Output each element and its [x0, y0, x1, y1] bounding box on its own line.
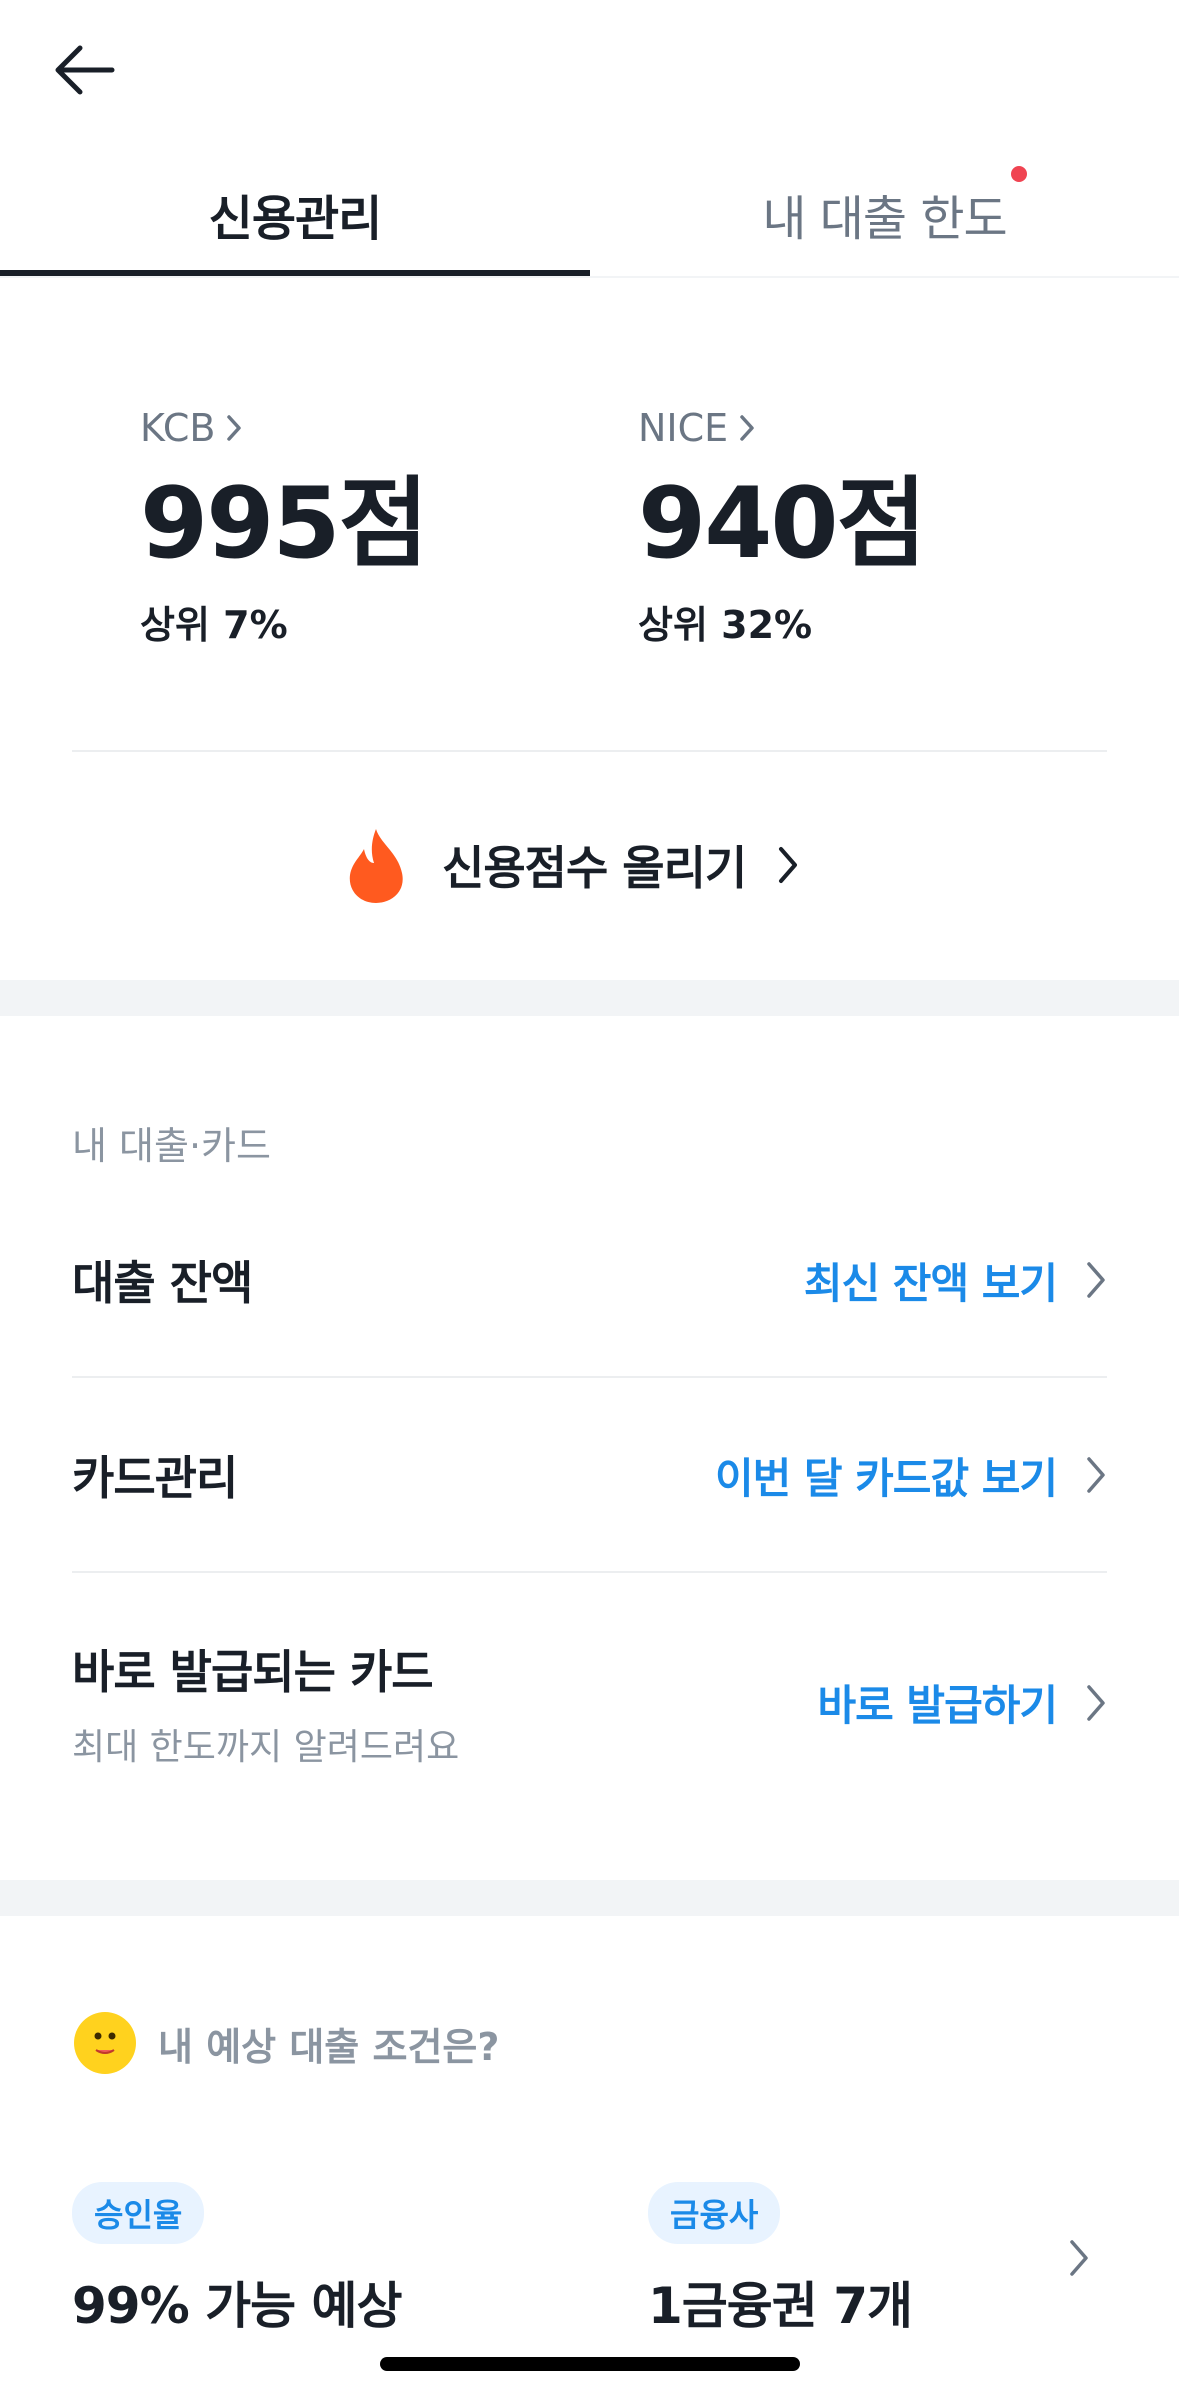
nice-link[interactable]: NICE [638, 400, 925, 456]
row-subtitle: 최대 한도까지 알려드려요 [72, 1726, 460, 1768]
expected-loan-header: 내 예상 대출 조건은? [72, 2010, 499, 2076]
approval-rate-condition: 승인율 99% 가능 예상 [72, 2182, 402, 2338]
kcb-rank: 상위 7% [140, 603, 288, 647]
chevron-right-icon [1087, 1457, 1105, 1493]
section-separator [0, 980, 1179, 1016]
issue-now-link[interactable]: 바로 발급하기 [818, 1672, 1107, 1733]
divider [72, 1571, 1107, 1573]
row-label: 바로 발급되는 카드 [72, 1644, 434, 1699]
kcb-score-card[interactable]: KCB 995점 상위 7% [140, 400, 429, 649]
approval-rate-chip: 승인율 [72, 2182, 205, 2244]
bureau-label: KCB [140, 406, 216, 450]
tab-bar: 신용관리 내 대출 한도 [0, 150, 1179, 278]
row-label: 카드관리 [72, 1451, 238, 1505]
credit-management-screen: 신용관리 내 대출 한도 KCB 995점 상위 7% NICE 940점 상위… [0, 0, 1179, 2396]
action-label: 최신 잔액 보기 [803, 1258, 1058, 1308]
lender-condition: 금융사 1금융권 7개 [648, 2182, 913, 2338]
nice-rank: 상위 32% [638, 603, 813, 647]
expected-loan-title: 내 예상 대출 조건은? [158, 2024, 500, 2069]
home-indicator[interactable] [380, 2357, 800, 2371]
divider [72, 750, 1107, 752]
arrow-left-icon [55, 45, 115, 95]
instant-card-row[interactable]: 바로 발급되는 카드 최대 한도까지 알려드려요 바로 발급하기 [72, 1630, 1107, 1775]
action-label: 이번 달 카드값 보기 [715, 1453, 1058, 1503]
action-label: 바로 발급하기 [817, 1681, 1058, 1730]
tab-credit-management[interactable]: 신용관리 [0, 150, 590, 278]
bureau-label: NICE [638, 406, 729, 450]
card-management-row[interactable]: 카드관리 이번 달 카드값 보기 [72, 1415, 1107, 1535]
chevron-right-icon [779, 847, 798, 883]
kcb-score-value: 995점 [140, 467, 429, 581]
notification-dot [1011, 166, 1027, 182]
section-separator [0, 1880, 1179, 1916]
flame-icon [349, 829, 403, 903]
chevron-right-icon [1087, 1262, 1105, 1298]
nice-score-card[interactable]: NICE 940점 상위 32% [638, 400, 927, 649]
tab-loan-limit[interactable]: 내 대출 한도 [590, 150, 1179, 278]
mascot-face-icon [74, 2012, 136, 2074]
nice-score-value: 940점 [638, 467, 927, 581]
kcb-link[interactable]: KCB [140, 400, 427, 456]
divider [72, 1376, 1107, 1378]
raise-score-label: 신용점수 올리기 [442, 841, 747, 895]
lender-value: 1금융권 7개 [648, 2277, 913, 2335]
chevron-right-icon [740, 415, 754, 441]
raise-credit-score-button[interactable]: 신용점수 올리기 [340, 820, 800, 910]
expected-loan-details-button[interactable] [1068, 2238, 1090, 2282]
active-tab-indicator [0, 270, 590, 276]
chevron-right-icon [227, 415, 242, 441]
approval-rate-value: 99% 가능 예상 [72, 2277, 402, 2335]
view-card-bill-link[interactable]: 이번 달 카드값 보기 [715, 1445, 1107, 1506]
view-latest-balance-link[interactable]: 최신 잔액 보기 [804, 1250, 1107, 1311]
section-title: 내 대출·카드 [72, 1124, 271, 1168]
chevron-right-icon [1087, 1684, 1105, 1721]
back-button[interactable] [44, 30, 124, 110]
row-label: 대출 잔액 [72, 1256, 253, 1310]
loan-balance-row[interactable]: 대출 잔액 최신 잔액 보기 [72, 1220, 1107, 1340]
lender-chip: 금융사 [648, 2182, 781, 2244]
chevron-right-icon [1070, 2240, 1088, 2276]
row-text: 바로 발급되는 카드 최대 한도까지 알려드려요 [72, 1636, 459, 1770]
